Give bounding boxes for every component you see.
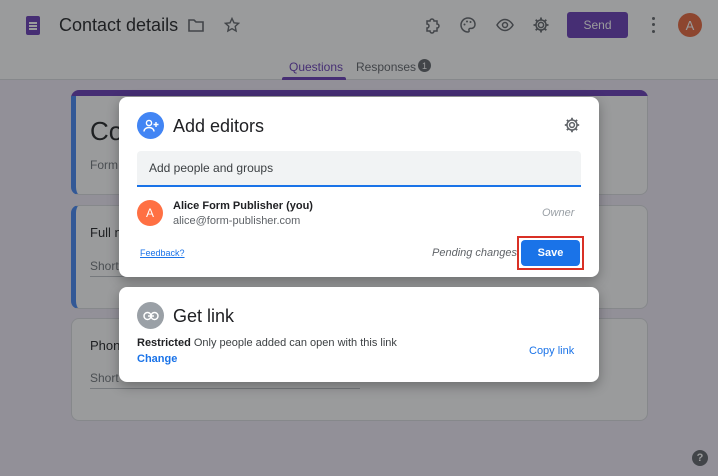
get-link-heading: Get link (173, 306, 235, 326)
pending-changes-text: Pending changes (432, 247, 518, 259)
link-icon (137, 302, 164, 329)
avatar: A (137, 200, 163, 226)
add-people-input[interactable] (137, 151, 581, 187)
add-person-icon (137, 112, 164, 139)
feedback-link[interactable]: Feedback? (140, 248, 185, 258)
sharing-settings-gear-icon[interactable] (562, 115, 582, 135)
restriction-label: Restricted (137, 337, 191, 349)
add-editors-heading: Add editors (173, 116, 265, 136)
person-name: Alice Form Publisher (you) (173, 200, 313, 212)
copy-link-button[interactable]: Copy link (529, 345, 574, 357)
link-restriction-text: Restricted Only people added can open wi… (137, 337, 397, 349)
person-email: alice@form-publisher.com (173, 215, 301, 227)
save-button[interactable]: Save (521, 240, 580, 266)
change-link-access-button[interactable]: Change (137, 353, 177, 365)
add-editors-dialog: Add editors A Alice Form Publisher (you)… (119, 97, 599, 277)
restriction-description: Only people added can open with this lin… (193, 337, 397, 349)
get-link-dialog: Get link Restricted Only people added ca… (119, 287, 599, 382)
person-role: Owner (542, 207, 575, 219)
